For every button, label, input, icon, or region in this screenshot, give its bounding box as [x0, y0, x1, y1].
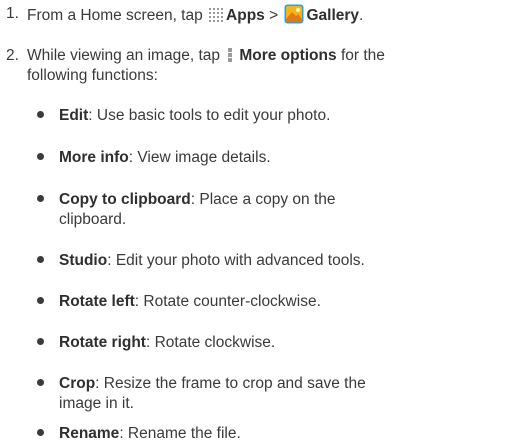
- step-number: 1.: [6, 5, 19, 22]
- bullet: [37, 292, 44, 311]
- apps-label: Apps: [226, 7, 265, 24]
- more-options-icon: [227, 47, 233, 63]
- step-number: 2.: [6, 47, 19, 64]
- step-1-prefix: From a Home screen, tap: [27, 7, 203, 24]
- option-term: Rotate left: [59, 293, 135, 310]
- bullet: [37, 424, 44, 443]
- option-desc-line2: clipboard.: [59, 211, 127, 228]
- bullet: [37, 190, 44, 209]
- option-desc-line2: image in it.: [59, 395, 134, 412]
- step-2-line2: following functions:: [27, 67, 158, 84]
- bullet: [37, 333, 44, 352]
- option-desc: : Resize the frame to crop and save the: [95, 375, 366, 392]
- separator: >: [269, 7, 279, 24]
- step-text: From a Home screen, tap Apps > Gallery.: [27, 4, 363, 25]
- option-term: Studio: [59, 252, 108, 269]
- step-2-suffix: for the: [340, 47, 385, 64]
- option-term: Copy to clipboard: [59, 191, 191, 208]
- option-term: Rename: [59, 425, 120, 442]
- option-desc: : Place a copy on the: [190, 191, 336, 208]
- bullet: [37, 106, 44, 125]
- option-desc: : Rename the file.: [119, 425, 241, 442]
- bullet: [37, 374, 44, 393]
- bullet: [37, 148, 44, 167]
- option-desc: : Edit your photo with advanced tools.: [107, 252, 365, 269]
- step-text: While viewing an image, tap More options…: [27, 46, 385, 65]
- more-options-label: More options: [239, 47, 337, 64]
- option-term: Edit: [59, 107, 89, 124]
- option-desc: : View image details.: [128, 149, 271, 166]
- gallery-icon: [284, 4, 304, 24]
- option-term: Rotate right: [59, 334, 146, 351]
- bullet: [37, 251, 44, 270]
- step-1-suffix: .: [359, 7, 364, 24]
- option-term: More info: [59, 149, 129, 166]
- option-term: Crop: [59, 375, 96, 392]
- option-desc: : Rotate counter-clockwise.: [134, 293, 321, 310]
- step-2-prefix: While viewing an image, tap: [27, 47, 220, 64]
- option-desc: : Rotate clockwise.: [145, 334, 276, 351]
- option-desc: : Use basic tools to edit your photo.: [88, 107, 331, 124]
- apps-grid-icon: [208, 7, 224, 23]
- gallery-label: Gallery: [306, 7, 360, 24]
- instructions-document: 1. From a Home screen, tap Apps > Galler…: [0, 0, 511, 445]
